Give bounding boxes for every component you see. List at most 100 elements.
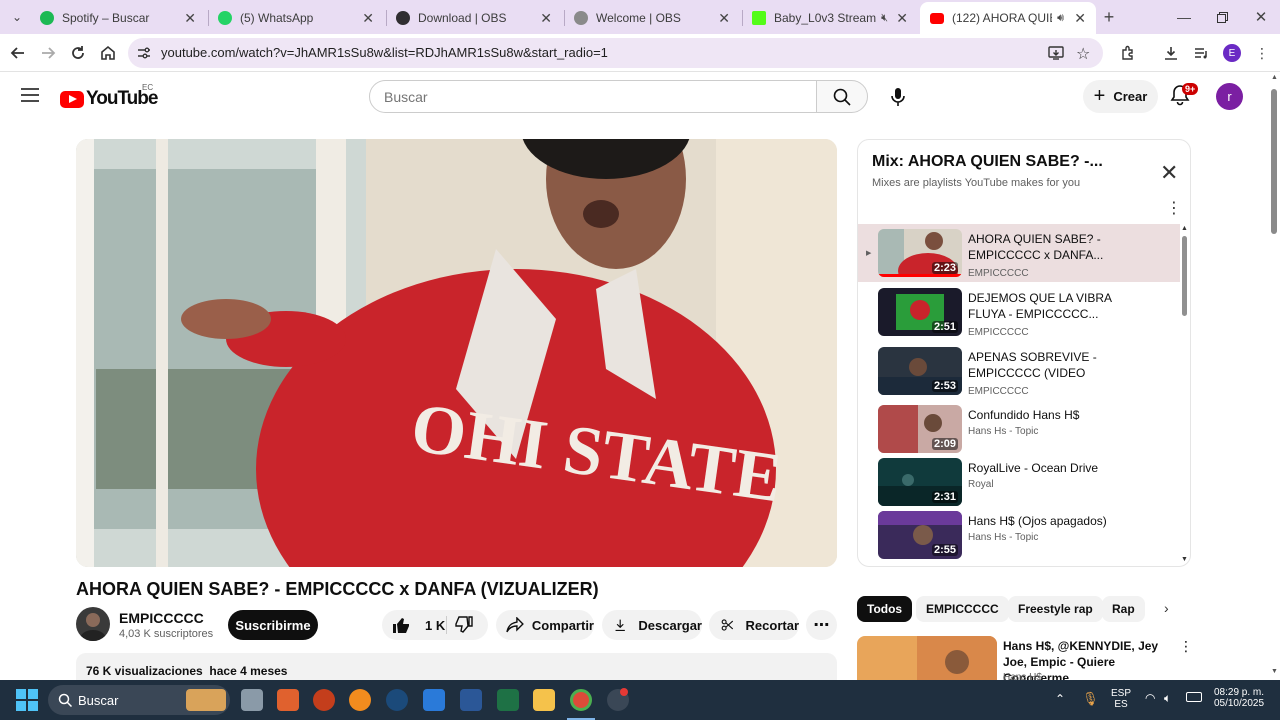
downloads-icon[interactable] (1160, 42, 1182, 64)
close-tab-icon[interactable]: ✕ (540, 10, 552, 27)
search-button[interactable] (816, 80, 868, 113)
close-tab-icon[interactable]: ✕ (896, 10, 908, 27)
close-tab-icon[interactable]: ✕ (362, 10, 374, 27)
more-actions-icon[interactable]: ⋯ (806, 610, 837, 640)
windows-start-icon[interactable] (16, 689, 38, 716)
playlist-item[interactable]: 2:53 APENAS SOBREVIVE - EMPICCCCC (VIDEO… (858, 342, 1180, 400)
recommendation-more-icon[interactable]: ⋮ (1179, 638, 1187, 655)
powerpoint-icon[interactable] (313, 689, 335, 711)
extensions-icon[interactable] (1117, 42, 1139, 64)
tab-search-chevron-icon[interactable]: ⌄ (6, 6, 28, 28)
video-thumbnail: 2:31 (878, 458, 962, 506)
share-label: Compartir (531, 617, 594, 633)
restore-icon[interactable] (1211, 6, 1233, 28)
view-count: 76 K visualizaciones (86, 664, 203, 678)
tab-obs-welcome[interactable]: Welcome | OBS ✕ (564, 4, 740, 32)
tab-spotify[interactable]: Spotify – Buscar ✕ (30, 4, 206, 32)
close-tab-icon[interactable]: ✕ (1074, 10, 1086, 27)
steam-icon[interactable] (386, 689, 408, 711)
audio-playing-icon[interactable]: 🔊︎ (1057, 12, 1064, 25)
profile-avatar[interactable]: E (1221, 42, 1243, 64)
search-input[interactable] (384, 89, 804, 105)
close-window-icon[interactable]: ✕ (1250, 6, 1272, 28)
chip-channel[interactable]: EMPICCCCC (916, 596, 1009, 622)
playlist-scrollbar[interactable]: ▲ ▼ (1181, 225, 1188, 563)
like-button[interactable]: 1 K (382, 610, 446, 640)
account-avatar[interactable]: r (1216, 83, 1243, 110)
whatsapp-icon (218, 11, 232, 25)
playlist-item[interactable]: 2:51 DEJEMOS QUE LA VIBRA FLUYA - EMPICC… (858, 283, 1180, 341)
tab-obs-download[interactable]: Download | OBS ✕ (386, 4, 562, 32)
hamburger-menu-icon[interactable] (21, 88, 39, 107)
playlist-item[interactable]: ▶ 2:23 AHORA QUIEN SABE? - EMPICCCCC x D… (858, 224, 1180, 282)
muted-audio-icon[interactable]: 🔇︎ (881, 12, 888, 25)
download-button[interactable]: Descargar (602, 610, 702, 640)
share-button[interactable]: Compartir (496, 610, 594, 640)
install-app-icon[interactable] (1048, 45, 1064, 66)
recommended-video[interactable]: Hans H$, @KENNYDIE, Jey Joe, Empic - Qui… (857, 636, 1187, 680)
chips-next-icon[interactable]: › (1164, 600, 1169, 616)
tab-kick-stream[interactable]: Baby_L0v3 Stream - W 🔇︎ ✕ (742, 4, 918, 32)
bookmark-star-icon[interactable]: ☆ (1076, 44, 1090, 64)
playlist-title[interactable]: Mix: AHORA QUIEN SABE? -... (872, 153, 1103, 171)
forward-icon[interactable] (37, 42, 59, 64)
page-scrollbar[interactable]: ▲ ▼ (1268, 72, 1280, 680)
address-bar[interactable]: youtube.com/watch?v=JhAMR1sSu8w&list=RDJ… (128, 38, 1103, 68)
globe-icon (574, 11, 588, 25)
video-title: AHORA QUIEN SABE? - EMPICCCCC x DANFA (V… (76, 579, 599, 599)
back-icon[interactable] (7, 42, 29, 64)
word-icon[interactable] (460, 689, 482, 711)
fl-studio-icon[interactable] (349, 689, 371, 711)
voice-search-button[interactable] (880, 80, 916, 113)
item-channel: Royal (968, 479, 994, 490)
subscribe-button[interactable]: Suscribirme (228, 610, 318, 640)
clip-button[interactable]: Recortar (709, 610, 799, 640)
chip-rap[interactable]: Rap (1102, 596, 1145, 622)
home-icon[interactable] (97, 42, 119, 64)
youtube-logo[interactable]: YouTube EC (60, 83, 158, 110)
reload-icon[interactable] (67, 42, 89, 64)
subscriber-count: 4,03 K suscriptores (119, 628, 214, 640)
battery-icon[interactable] (1186, 692, 1202, 702)
chrome-icon[interactable] (570, 689, 592, 711)
close-playlist-icon[interactable]: ✕ (1160, 160, 1178, 186)
video-player[interactable]: OHI STATE (76, 139, 837, 567)
task-view-icon[interactable] (241, 689, 263, 711)
playlist-item[interactable]: 2:31 RoyalLive - Ocean Drive Royal (858, 453, 1180, 511)
taskbar-search[interactable]: Buscar (48, 685, 230, 715)
playlist-item[interactable]: 2:09 Confundido Hans H$ Hans Hs - Topic (858, 400, 1180, 458)
volume-muted-icon[interactable]: 🔈︎ (1164, 691, 1171, 706)
channel-name[interactable]: EMPICCCCC (119, 610, 204, 626)
playlist-more-icon[interactable]: ⋮ (1166, 198, 1182, 218)
search-box (369, 80, 817, 113)
minimize-icon[interactable]: — (1173, 6, 1195, 28)
channel-avatar[interactable] (76, 607, 110, 641)
media-control-icon[interactable] (1190, 42, 1212, 64)
tab-youtube[interactable]: (122) AHORA QUIEN S 🔊︎ ✕ (920, 2, 1096, 34)
office-icon[interactable] (277, 689, 299, 711)
file-explorer-icon[interactable] (533, 689, 555, 711)
close-tab-icon[interactable]: ✕ (718, 10, 730, 27)
playlist-item[interactable]: 2:55 Hans H$ (Ojos apagados) Hans Hs - T… (858, 506, 1180, 564)
excel-icon[interactable] (497, 689, 519, 711)
chip-all[interactable]: Todos (857, 596, 913, 622)
download-label: Descargar (638, 617, 702, 633)
chip-freestyle-rap[interactable]: Freestyle rap (1008, 596, 1103, 622)
microphone-tray-icon[interactable]: 🎙︎ (1082, 691, 1099, 707)
create-button[interactable]: + Crear (1083, 80, 1158, 113)
microsoft-store-icon[interactable] (423, 689, 445, 711)
tab-whatsapp[interactable]: (5) WhatsApp ✕ (208, 4, 384, 32)
site-info-icon[interactable] (137, 46, 151, 65)
thumbs-down-icon (455, 616, 473, 633)
browser-menu-icon[interactable]: ⋮ (1251, 42, 1273, 64)
wifi-icon[interactable]: ◠ (1145, 691, 1155, 705)
close-tab-icon[interactable]: ✕ (184, 10, 196, 27)
tray-chevron-icon[interactable]: ⌃ (1055, 692, 1065, 706)
dislike-button[interactable] (448, 610, 488, 640)
video-thumbnail: 2:51 (878, 288, 962, 336)
tab-title: Download | OBS (418, 11, 507, 25)
new-tab-icon[interactable]: + (1098, 6, 1120, 28)
clock[interactable]: 08:29 p. m. 05/10/2025 (1210, 687, 1268, 709)
url-text[interactable]: youtube.com/watch?v=JhAMR1sSu8w&list=RDJ… (161, 45, 608, 60)
language-indicator[interactable]: ESP ES (1108, 688, 1134, 710)
